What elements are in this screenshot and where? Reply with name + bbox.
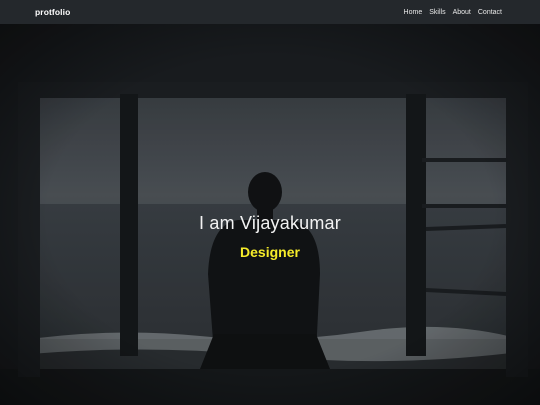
nav-link-contact[interactable]: Contact [478, 9, 502, 16]
hero-role: Designer [240, 244, 300, 260]
nav-link-home[interactable]: Home [404, 9, 423, 16]
hero-title: I am Vijayakumar [199, 213, 341, 233]
hero-section: I am Vijayakumar Designer [0, 24, 540, 405]
brand-logo[interactable]: protfolio [35, 7, 70, 17]
nav-link-skills[interactable]: Skills [429, 9, 445, 16]
nav-link-about[interactable]: About [453, 9, 471, 16]
nav-links: Home Skills About Contact [404, 9, 502, 16]
navbar: protfolio Home Skills About Contact [0, 0, 540, 24]
